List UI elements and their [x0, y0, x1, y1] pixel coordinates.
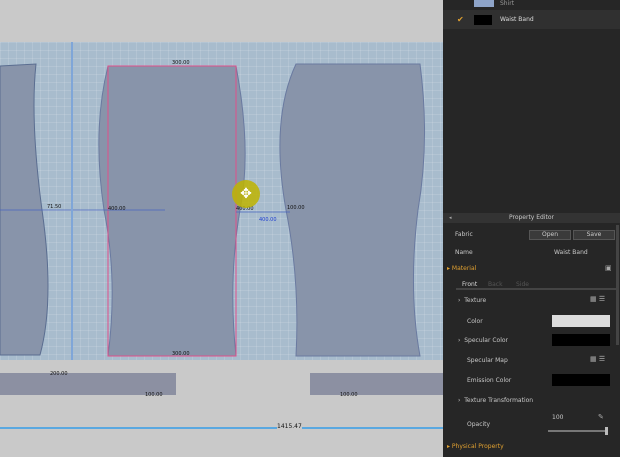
color-label: Color — [467, 318, 483, 325]
object-label: Waist Band — [500, 16, 534, 23]
emission-color-label: Emission Color — [467, 377, 512, 384]
object-item-waist-band[interactable]: ✔ Waist Band — [443, 10, 620, 29]
waist-band-swatch — [474, 14, 492, 25]
specular-map-icons[interactable]: ▦ ☰ — [590, 355, 605, 363]
specular-color-label: Specular Color — [464, 337, 509, 344]
measure-top: 300.00 — [172, 60, 190, 66]
waistband-strip-right — [310, 373, 443, 395]
texture-transformation-label: Texture Transformation — [464, 397, 534, 404]
object-label: Shirt — [500, 0, 515, 7]
strip-measure-right: 100.00 — [340, 392, 358, 398]
opacity-label: Opacity — [467, 421, 491, 428]
measure-blue: 400.00 — [259, 217, 277, 223]
edit-pencil-icon[interactable]: ✎ — [598, 413, 604, 421]
pattern-pieces — [0, 42, 443, 429]
strip-measure: 200.00 — [50, 371, 68, 377]
panel-title: Property Editor — [508, 214, 555, 221]
physical-property-label: Physical Property — [451, 443, 504, 450]
material-options-icon[interactable]: ▣ — [605, 264, 612, 272]
measure-mid-left: 400.00 — [108, 206, 126, 212]
measure-right: 100.00 — [287, 205, 305, 211]
move-cursor-icon: ✥ — [232, 180, 260, 208]
texture-transformation-row[interactable]: › Texture Transformation — [458, 397, 533, 404]
object-item-shirt[interactable]: Shirt — [443, 0, 620, 9]
texture-row[interactable]: › Texture — [458, 297, 486, 304]
specular-map-label: Specular Map — [467, 357, 508, 364]
check-icon[interactable]: ✔ — [457, 15, 464, 24]
specular-color-swatch[interactable] — [552, 334, 610, 346]
measure-bottom: 300.00 — [172, 351, 190, 357]
emission-color-swatch[interactable] — [552, 374, 610, 386]
save-button[interactable]: Save — [573, 230, 615, 240]
panel-menu-icon[interactable]: ◂ — [449, 213, 452, 223]
tab-back[interactable]: Back — [488, 281, 503, 288]
panel-scrollbar[interactable] — [616, 225, 619, 345]
material-section[interactable]: ▸ Material — [447, 265, 476, 272]
material-tabs: Front Back Side — [456, 279, 616, 290]
name-label: Name — [455, 249, 473, 256]
opacity-value[interactable]: 100 — [552, 414, 563, 421]
fabric-label: Fabric — [455, 231, 473, 238]
material-label: Material — [451, 265, 477, 272]
opacity-slider-handle[interactable] — [605, 427, 608, 435]
name-value[interactable]: Waist Band — [554, 249, 588, 256]
property-editor-header: ◂ Property Editor — [443, 213, 620, 223]
tab-side[interactable]: Side — [516, 281, 529, 288]
tab-front[interactable]: Front — [462, 281, 477, 288]
shirt-swatch — [474, 0, 494, 7]
open-button[interactable]: Open — [529, 230, 571, 240]
strip-measure-bottom: 100.00 — [145, 392, 163, 398]
opacity-slider[interactable] — [548, 427, 608, 435]
specular-color-row[interactable]: › Specular Color — [458, 337, 508, 344]
right-panel: Shirt ✔ Waist Band ◂ Property Editor Fab… — [443, 0, 620, 457]
color-swatch[interactable] — [552, 315, 610, 327]
pattern-piece-left — [0, 63, 49, 356]
measure-side: 71.50 — [47, 204, 62, 210]
physical-property-section[interactable]: ▸ Physical Property — [447, 443, 504, 450]
total-length: 1415.47 — [277, 423, 302, 430]
texture-grid-list-icons[interactable]: ▦ ☰ — [590, 295, 605, 303]
texture-label: Texture — [464, 297, 487, 304]
2d-pattern-canvas[interactable]: 300.00 300.00 71.50 400.00 400.00 100.00… — [0, 0, 443, 457]
